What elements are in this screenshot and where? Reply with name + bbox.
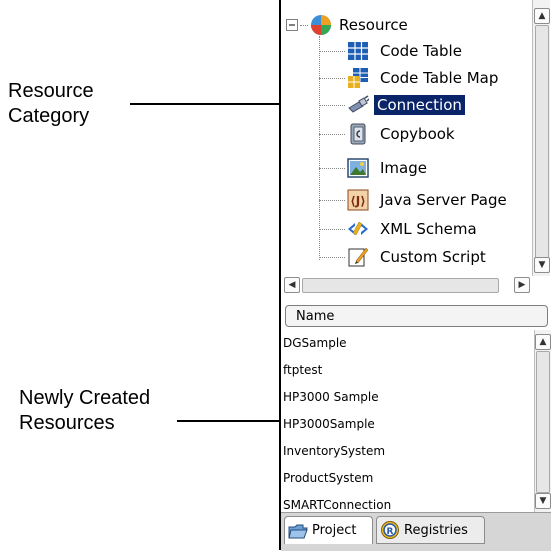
scroll-right-icon[interactable]: ▶: [514, 277, 530, 293]
tab-label: Registries: [404, 522, 468, 538]
tree-item-xml-schema[interactable]: XML Schema: [319, 216, 480, 242]
list-item[interactable]: DGSample: [283, 330, 347, 357]
list-item[interactable]: ProductSystem: [283, 465, 373, 492]
scroll-thumb[interactable]: [536, 351, 550, 493]
tree-item-label: Java Server Page: [380, 191, 507, 209]
tree-item-label: Copybook: [380, 125, 455, 143]
resource-tree[interactable]: Resource Code Table Code Table Map Conne…: [281, 0, 536, 276]
scroll-left-icon[interactable]: ◀: [284, 277, 300, 293]
table-map-icon: [348, 68, 368, 88]
tree-item-java-server-page[interactable]: ⟨J⟩ Java Server Page: [319, 187, 510, 213]
collapse-toggle-icon[interactable]: [286, 19, 298, 31]
custom-script-icon: [348, 247, 369, 267]
registry-icon: R: [381, 521, 399, 539]
tree-item-label: Code Table Map: [380, 69, 499, 87]
tree-item-custom-script[interactable]: Custom Script: [319, 244, 489, 270]
resource-list[interactable]: DGSample ftptest HP3000 Sample HP3000Sam…: [283, 330, 533, 512]
tree-item-copybook[interactable]: Copybook: [319, 121, 458, 147]
tree-item-label: Custom Script: [380, 248, 486, 266]
copybook-icon: [350, 123, 366, 145]
scroll-up-icon[interactable]: ▲: [534, 8, 550, 24]
scroll-thumb[interactable]: [535, 25, 549, 262]
connection-plug-icon: [348, 95, 369, 113]
panel-tabs: Project R Registries: [281, 512, 551, 551]
scroll-up-icon[interactable]: ▲: [535, 334, 551, 350]
tree-item-connection[interactable]: Connection: [319, 92, 465, 118]
tree-item-image[interactable]: Image: [319, 155, 430, 181]
svg-text:⟨J⟩: ⟨J⟩: [350, 194, 365, 208]
svg-text:R: R: [387, 527, 394, 537]
list-vertical-scrollbar[interactable]: ▲ ▼: [534, 330, 551, 512]
tree-item-label: XML Schema: [380, 220, 477, 238]
tab-project[interactable]: Project: [284, 516, 373, 544]
tree-item-label: Connection: [374, 95, 465, 115]
tree-root-label: Resource: [339, 16, 408, 34]
tree-item-label: Image: [380, 159, 427, 177]
list-item[interactable]: InventorySystem: [283, 438, 385, 465]
grid-table-icon: [348, 42, 368, 60]
tree-item-code-table-map[interactable]: Code Table Map: [319, 65, 501, 91]
list-item[interactable]: ftptest: [283, 357, 322, 384]
pie-chart-icon: [311, 15, 331, 35]
folder-icon: [288, 524, 308, 538]
tab-registries[interactable]: R Registries: [376, 516, 485, 544]
tree-item-label: Code Table: [380, 42, 462, 60]
tree-item-code-table[interactable]: Code Table: [319, 38, 465, 64]
scroll-down-icon[interactable]: ▼: [535, 493, 551, 509]
image-icon: [347, 158, 369, 178]
horizontal-scroll-thumb[interactable]: [302, 278, 499, 293]
xml-schema-icon: [348, 221, 368, 236]
jsp-icon: ⟨J⟩: [347, 189, 369, 211]
tree-horizontal-scrollbar[interactable]: ◀ ▶: [284, 277, 530, 293]
name-column-header[interactable]: Name: [285, 305, 548, 327]
list-item[interactable]: HP3000Sample: [283, 411, 375, 438]
tree-vertical-scrollbar[interactable]: ▲ ▼: [532, 0, 550, 276]
tab-label: Project: [312, 523, 357, 538]
scroll-down-icon[interactable]: ▼: [534, 257, 550, 273]
list-item[interactable]: HP3000 Sample: [283, 384, 379, 411]
tree-root-resource[interactable]: Resource: [286, 12, 411, 38]
